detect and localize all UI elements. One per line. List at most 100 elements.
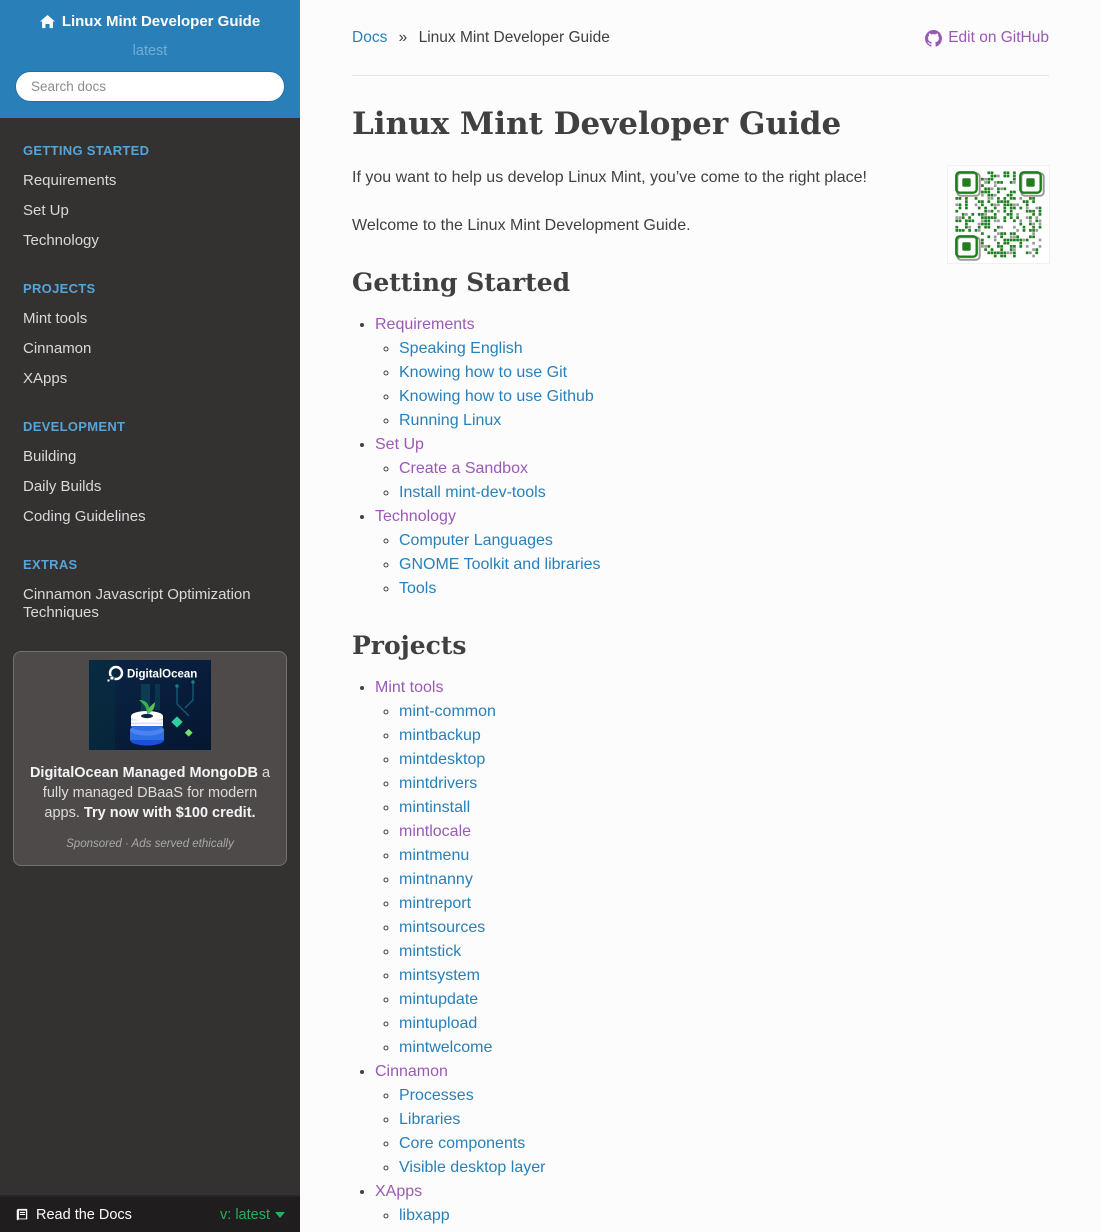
- sidebar-section-caption: PROJECTS: [23, 280, 96, 296]
- toc-item: mintmenu: [399, 844, 1049, 868]
- sidebar-item-coding-guidelines[interactable]: Coding Guidelines: [0, 502, 300, 532]
- toc-item: Core components: [399, 1132, 1049, 1156]
- toc-link-mintbackup[interactable]: mintbackup: [399, 727, 481, 744]
- toc-item: mintdesktop: [399, 748, 1049, 772]
- toc-link-libxapp[interactable]: libxapp: [399, 1207, 450, 1224]
- sidebar-item-daily-builds[interactable]: Daily Builds: [0, 472, 300, 502]
- chevron-down-icon: [275, 1211, 285, 1218]
- toc-sublist: Create a Sandbox Install mint-dev-tools: [399, 457, 1049, 505]
- toc-link-running-linux[interactable]: Running Linux: [399, 412, 501, 429]
- rtd-footer: Read the Docs v: latest: [0, 1195, 300, 1232]
- sidebar-item-requirements[interactable]: Requirements: [0, 166, 300, 196]
- toc-item: Speaking English: [399, 337, 1049, 361]
- toc-sublist: Computer Languages GNOME Toolkit and libr…: [399, 529, 1049, 601]
- toc-link-mint-tools[interactable]: Mint tools: [375, 679, 443, 696]
- toc-link-knowing-how-to-use-git[interactable]: Knowing how to use Git: [399, 364, 567, 381]
- toc-link-speaking-english[interactable]: Speaking English: [399, 340, 523, 357]
- edit-on-github-link[interactable]: Edit on GitHub: [925, 26, 1049, 50]
- intro-paragraph-1: If you want to help us develop Linux Min…: [352, 169, 867, 186]
- toc-link-core-components[interactable]: Core components: [399, 1135, 525, 1152]
- toc-link-mintnanny[interactable]: mintnanny: [399, 871, 473, 888]
- toc-item: python-xapp: [399, 1228, 1049, 1232]
- toc-link-requirements[interactable]: Requirements: [375, 316, 475, 333]
- toc-item: Requirements Speaking English Knowing how …: [375, 313, 1049, 433]
- ad-cta-bold: Try now with $100 credit.: [83, 804, 256, 821]
- sidebar-item-technology[interactable]: Technology: [0, 226, 300, 256]
- toc-link-mintlocale[interactable]: mintlocale: [399, 823, 471, 840]
- toc-link-mintdesktop[interactable]: mintdesktop: [399, 751, 485, 768]
- toc-item: mintsystem: [399, 964, 1049, 988]
- sidebar-item-xapps[interactable]: XApps: [0, 364, 300, 394]
- toc-link-mintreport[interactable]: mintreport: [399, 895, 471, 912]
- toc-link-processes[interactable]: Processes: [399, 1087, 474, 1104]
- github-icon: [925, 29, 943, 47]
- sidebar-item-cinnamon-javascript-optimization-techniques[interactable]: Cinnamon Javascript Optimization Techniq…: [0, 580, 300, 628]
- toc-link-gnome-toolkit-and-libraries[interactable]: GNOME Toolkit and libraries: [399, 556, 601, 573]
- page-title: Linux Mint Developer Guide: [352, 106, 842, 142]
- toc-item: Running Linux: [399, 409, 1049, 433]
- sidebar-item-set-up[interactable]: Set Up: [0, 196, 300, 226]
- toc-item: Technology Computer Languages GNOME Toolki…: [375, 505, 1049, 601]
- toc-sections: Getting Started Requirements Speaking Engl…: [352, 268, 1049, 1232]
- rtd-brand[interactable]: Read the Docs: [15, 1207, 132, 1223]
- ad-image: DigitalOcean: [89, 659, 211, 750]
- toc-link-install-mint-dev-tools[interactable]: Install mint-dev-tools: [399, 484, 546, 501]
- book-icon: [16, 1208, 28, 1220]
- toc-link-knowing-how-to-use-github[interactable]: Knowing how to use Github: [399, 388, 594, 405]
- toc-link-mintupload[interactable]: mintupload: [399, 1015, 477, 1032]
- toc-link-mintdrivers[interactable]: mintdrivers: [399, 775, 477, 792]
- toc-link-xapps[interactable]: XApps: [375, 1183, 422, 1200]
- toc-link-mintmenu[interactable]: mintmenu: [399, 847, 469, 864]
- ad-headline-bold: DigitalOcean Managed MongoDB: [29, 764, 258, 781]
- toc-item: libxapp: [399, 1204, 1049, 1228]
- toc-item: Knowing how to use Github: [399, 385, 1049, 409]
- sidebar-section-caption: EXTRAS: [23, 556, 78, 572]
- toc-link-computer-languages[interactable]: Computer Languages: [399, 532, 553, 549]
- sidebar-item-building[interactable]: Building: [0, 442, 300, 472]
- toc-sublist: Speaking English Knowing how to use Git Kn…: [399, 337, 1049, 433]
- section-heading: Getting Started: [352, 268, 571, 297]
- toc-item: mintnanny: [399, 868, 1049, 892]
- toc-link-libraries[interactable]: Libraries: [399, 1111, 460, 1128]
- toc-link-mintsources[interactable]: mintsources: [399, 919, 485, 936]
- toc-link-set-up[interactable]: Set Up: [375, 436, 424, 453]
- sidebar-item-cinnamon[interactable]: Cinnamon: [0, 334, 300, 364]
- toc-link-mintsystem[interactable]: mintsystem: [399, 967, 480, 984]
- toc-item: mintstick: [399, 940, 1049, 964]
- breadcrumb-divider: [352, 75, 1049, 76]
- toc-link-cinnamon[interactable]: Cinnamon: [375, 1063, 448, 1080]
- toc-item: Processes: [399, 1084, 1049, 1108]
- search-input[interactable]: [15, 70, 285, 102]
- toc-link-create-a-sandbox[interactable]: Create a Sandbox: [399, 460, 528, 477]
- sidebar-home-link[interactable]: Linux Mint Developer Guide: [39, 13, 260, 30]
- toc-sublist: Processes Libraries Core components Visible…: [399, 1084, 1049, 1180]
- toc-item: Knowing how to use Git: [399, 361, 1049, 385]
- home-icon: [39, 14, 55, 28]
- toc-link-tools[interactable]: Tools: [399, 580, 436, 597]
- sidebar-section-caption: DEVELOPMENT: [23, 418, 126, 434]
- toc-link-mintinstall[interactable]: mintinstall: [399, 799, 470, 816]
- toc-item: Tools: [399, 577, 1049, 601]
- toc-item: XApps libxapp python-xapp: [375, 1180, 1049, 1232]
- toc-link-mintwelcome[interactable]: mintwelcome: [399, 1039, 492, 1056]
- sidebar-ad[interactable]: DigitalOcean DigitalOcean Managed MongoD…: [13, 650, 287, 866]
- toc-item: Cinnamon Processes Libraries Core component…: [375, 1060, 1049, 1180]
- version-label: latest: [132, 42, 168, 59]
- version-switcher[interactable]: v: latest: [220, 1207, 285, 1223]
- breadcrumb-current: Linux Mint Developer Guide: [418, 29, 610, 46]
- toc-item: Mint tools mint-common mintbackup mintdeskt…: [375, 676, 1049, 1060]
- toc-item: Install mint-dev-tools: [399, 481, 1049, 505]
- sidebar-item-mint-tools[interactable]: Mint tools: [0, 304, 300, 334]
- breadcrumb: Docs » Linux Mint Developer Guide: [352, 26, 610, 50]
- toc-item: mintupload: [399, 1012, 1049, 1036]
- version-switcher-label: v: latest: [220, 1206, 270, 1223]
- toc-item: Create a Sandbox: [399, 457, 1049, 481]
- toc-item: mintinstall: [399, 796, 1049, 820]
- toc-link-mint-common[interactable]: mint-common: [399, 703, 496, 720]
- sidebar: Linux Mint Developer Guide latest GETTIN…: [0, 0, 300, 1232]
- toc-link-technology[interactable]: Technology: [375, 508, 456, 525]
- toc-link-visible-desktop-layer[interactable]: Visible desktop layer: [399, 1159, 545, 1176]
- toc-link-mintupdate[interactable]: mintupdate: [399, 991, 478, 1008]
- toc-link-mintstick[interactable]: mintstick: [399, 943, 461, 960]
- breadcrumb-docs-link[interactable]: Docs: [352, 29, 387, 46]
